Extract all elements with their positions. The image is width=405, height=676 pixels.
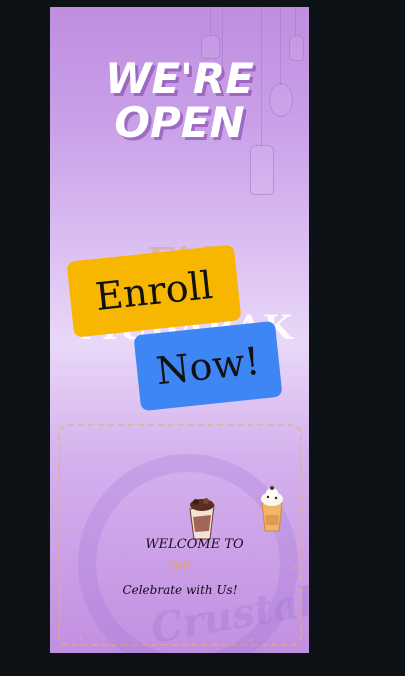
headline-line-1: WE'RE xyxy=(105,54,254,103)
celebrate-text: Celebrate with Us! xyxy=(122,583,238,597)
page-canvas: WE'RE OPEN Eid Crustal xyxy=(0,0,405,676)
sparkle xyxy=(160,425,162,427)
you-text: YOU xyxy=(169,562,190,572)
milkshake-icon xyxy=(261,486,283,532)
sparkle xyxy=(280,437,282,439)
sparkle xyxy=(70,437,72,439)
sparkle xyxy=(110,427,112,429)
now-button[interactable]: Now! xyxy=(133,320,283,412)
lantern-string xyxy=(210,7,211,37)
sparkle xyxy=(64,527,66,529)
chocolate-shake-icon xyxy=(189,498,215,540)
lantern-string xyxy=(295,7,296,37)
sparkle xyxy=(80,637,82,639)
welcome-text: WELCOME TO xyxy=(145,537,244,552)
headline-line-2: OPEN xyxy=(114,98,245,147)
hanging-lantern-icon xyxy=(250,145,274,195)
sparkle xyxy=(250,639,252,641)
